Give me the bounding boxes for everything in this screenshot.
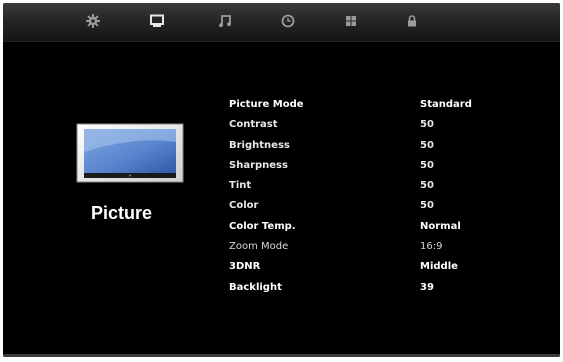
menu-item-label: Color xyxy=(229,200,259,212)
menu-item-value: 16:9 xyxy=(420,241,443,253)
menu-tab-bar xyxy=(3,3,560,42)
menu-item-label: Contrast xyxy=(229,119,278,131)
menu-item-value: 39 xyxy=(420,281,434,293)
menu-item-label: Backlight xyxy=(229,281,282,293)
tab-picture[interactable] xyxy=(146,11,168,31)
tab-lock[interactable] xyxy=(401,11,423,31)
bottom-border xyxy=(3,354,560,357)
menu-item-label: Tint xyxy=(229,180,252,192)
menu-item-tint[interactable]: Tint 50 xyxy=(229,179,509,199)
menu-item-sharpness[interactable]: Sharpness 50 xyxy=(229,159,509,179)
menu-item-label: Zoom Mode xyxy=(229,241,289,253)
section-title: Picture xyxy=(91,203,153,223)
menu-item-value: 50 xyxy=(420,200,434,212)
menu-item-zoom-mode[interactable]: Zoom Mode 16:9 xyxy=(229,240,509,260)
menu-item-color[interactable]: Color 50 xyxy=(229,199,509,219)
menu-item-value: 50 xyxy=(420,139,434,151)
grid-icon xyxy=(344,14,358,28)
menu-item-picture-mode[interactable]: Picture Mode Standard xyxy=(229,98,509,118)
menu-item-label: Picture Mode xyxy=(229,99,304,110)
menu-item-contrast[interactable]: Contrast 50 xyxy=(229,118,509,138)
tab-setup[interactable] xyxy=(340,11,362,31)
menu-item-label: 3DNR xyxy=(229,261,261,273)
menu-item-brightness[interactable]: Brightness 50 xyxy=(229,139,509,159)
tv-screen-icon xyxy=(75,122,185,184)
menu-item-label: Color Temp. xyxy=(229,220,296,232)
menu-item-value: 50 xyxy=(420,119,434,131)
lock-icon xyxy=(405,14,419,28)
tab-sound[interactable] xyxy=(214,11,236,31)
tab-time[interactable] xyxy=(277,11,299,31)
tab-settings[interactable] xyxy=(82,11,104,31)
menu-item-backlight[interactable]: Backlight 39 xyxy=(229,281,509,301)
menu-item-color-temp[interactable]: Color Temp. Normal xyxy=(229,220,509,240)
music-note-icon xyxy=(218,14,232,28)
monitor-icon xyxy=(150,14,164,28)
menu-item-label: Sharpness xyxy=(229,159,288,171)
menu-item-value: 50 xyxy=(420,159,434,171)
picture-settings-menu: Picture Mode Standard Contrast 50 Bright… xyxy=(229,98,509,301)
menu-item-3dnr[interactable]: 3DNR Middle xyxy=(229,260,509,280)
gear-icon xyxy=(86,14,100,28)
menu-item-label: Brightness xyxy=(229,139,290,151)
osd-screen: Picture Picture Mode Standard Contrast 5… xyxy=(3,3,560,357)
clock-icon xyxy=(281,14,295,28)
menu-item-value: Middle xyxy=(420,261,458,273)
menu-item-value: Normal xyxy=(420,220,461,232)
menu-item-value: Standard xyxy=(420,99,472,110)
menu-item-value: 50 xyxy=(420,180,434,192)
